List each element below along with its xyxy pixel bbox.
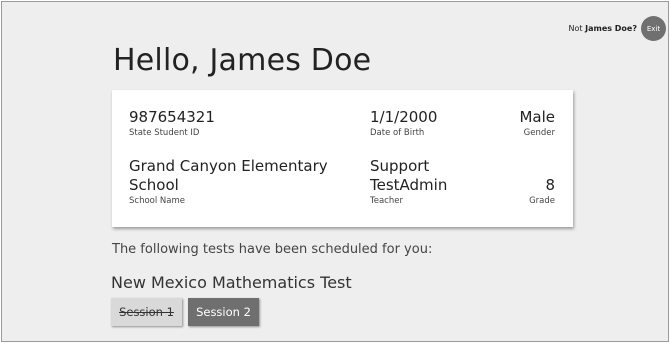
teacher-value-line1: Support [370, 157, 430, 175]
dob-value: 1/1/2000 [370, 108, 438, 126]
gender-label: Gender [523, 128, 555, 138]
grade-value: 8 [545, 176, 555, 194]
teacher-value-line2: TestAdmin [370, 176, 448, 194]
student-id-field: 987654321 State Student ID [129, 108, 215, 138]
user-name-text: James Doe? [585, 24, 637, 33]
scheduled-tests-text: The following tests have been scheduled … [112, 242, 433, 257]
test-name: New Mexico Mathematics Test [111, 273, 352, 292]
student-info-card: 987654321 State Student ID 1/1/2000 Date… [112, 90, 573, 227]
session-1-button[interactable]: Session 1 [111, 298, 182, 326]
gender-value: Male [519, 108, 555, 126]
not-user-link[interactable]: Not James Doe? [569, 24, 637, 33]
session-list: Session 1 Session 2 [111, 298, 259, 326]
grade-label: Grade [529, 196, 555, 206]
exit-button[interactable]: Exit [641, 16, 666, 41]
teacher-label: Teacher [370, 196, 403, 206]
app-frame: Not James Doe? Exit Hello, James Doe 987… [1, 1, 669, 342]
student-id-value: 987654321 [129, 108, 215, 126]
school-field: Grand Canyon Elementary School School Na… [129, 157, 328, 206]
user-bar: Not James Doe? Exit [569, 16, 666, 41]
student-id-label: State Student ID [129, 128, 200, 138]
not-prefix-text: Not [568, 24, 586, 33]
school-label: School Name [129, 196, 185, 206]
dob-field: 1/1/2000 Date of Birth [370, 108, 437, 138]
session-2-button[interactable]: Session 2 [188, 298, 259, 326]
school-value-line2: School [129, 176, 179, 194]
gender-field: Male Gender [519, 108, 555, 138]
school-value-line1: Grand Canyon Elementary [129, 157, 328, 175]
dob-label: Date of Birth [370, 128, 425, 138]
grade-field: 8 Grade [529, 176, 555, 206]
greeting-title: Hello, James Doe [113, 43, 372, 78]
teacher-field: Support TestAdmin Teacher [370, 157, 447, 206]
